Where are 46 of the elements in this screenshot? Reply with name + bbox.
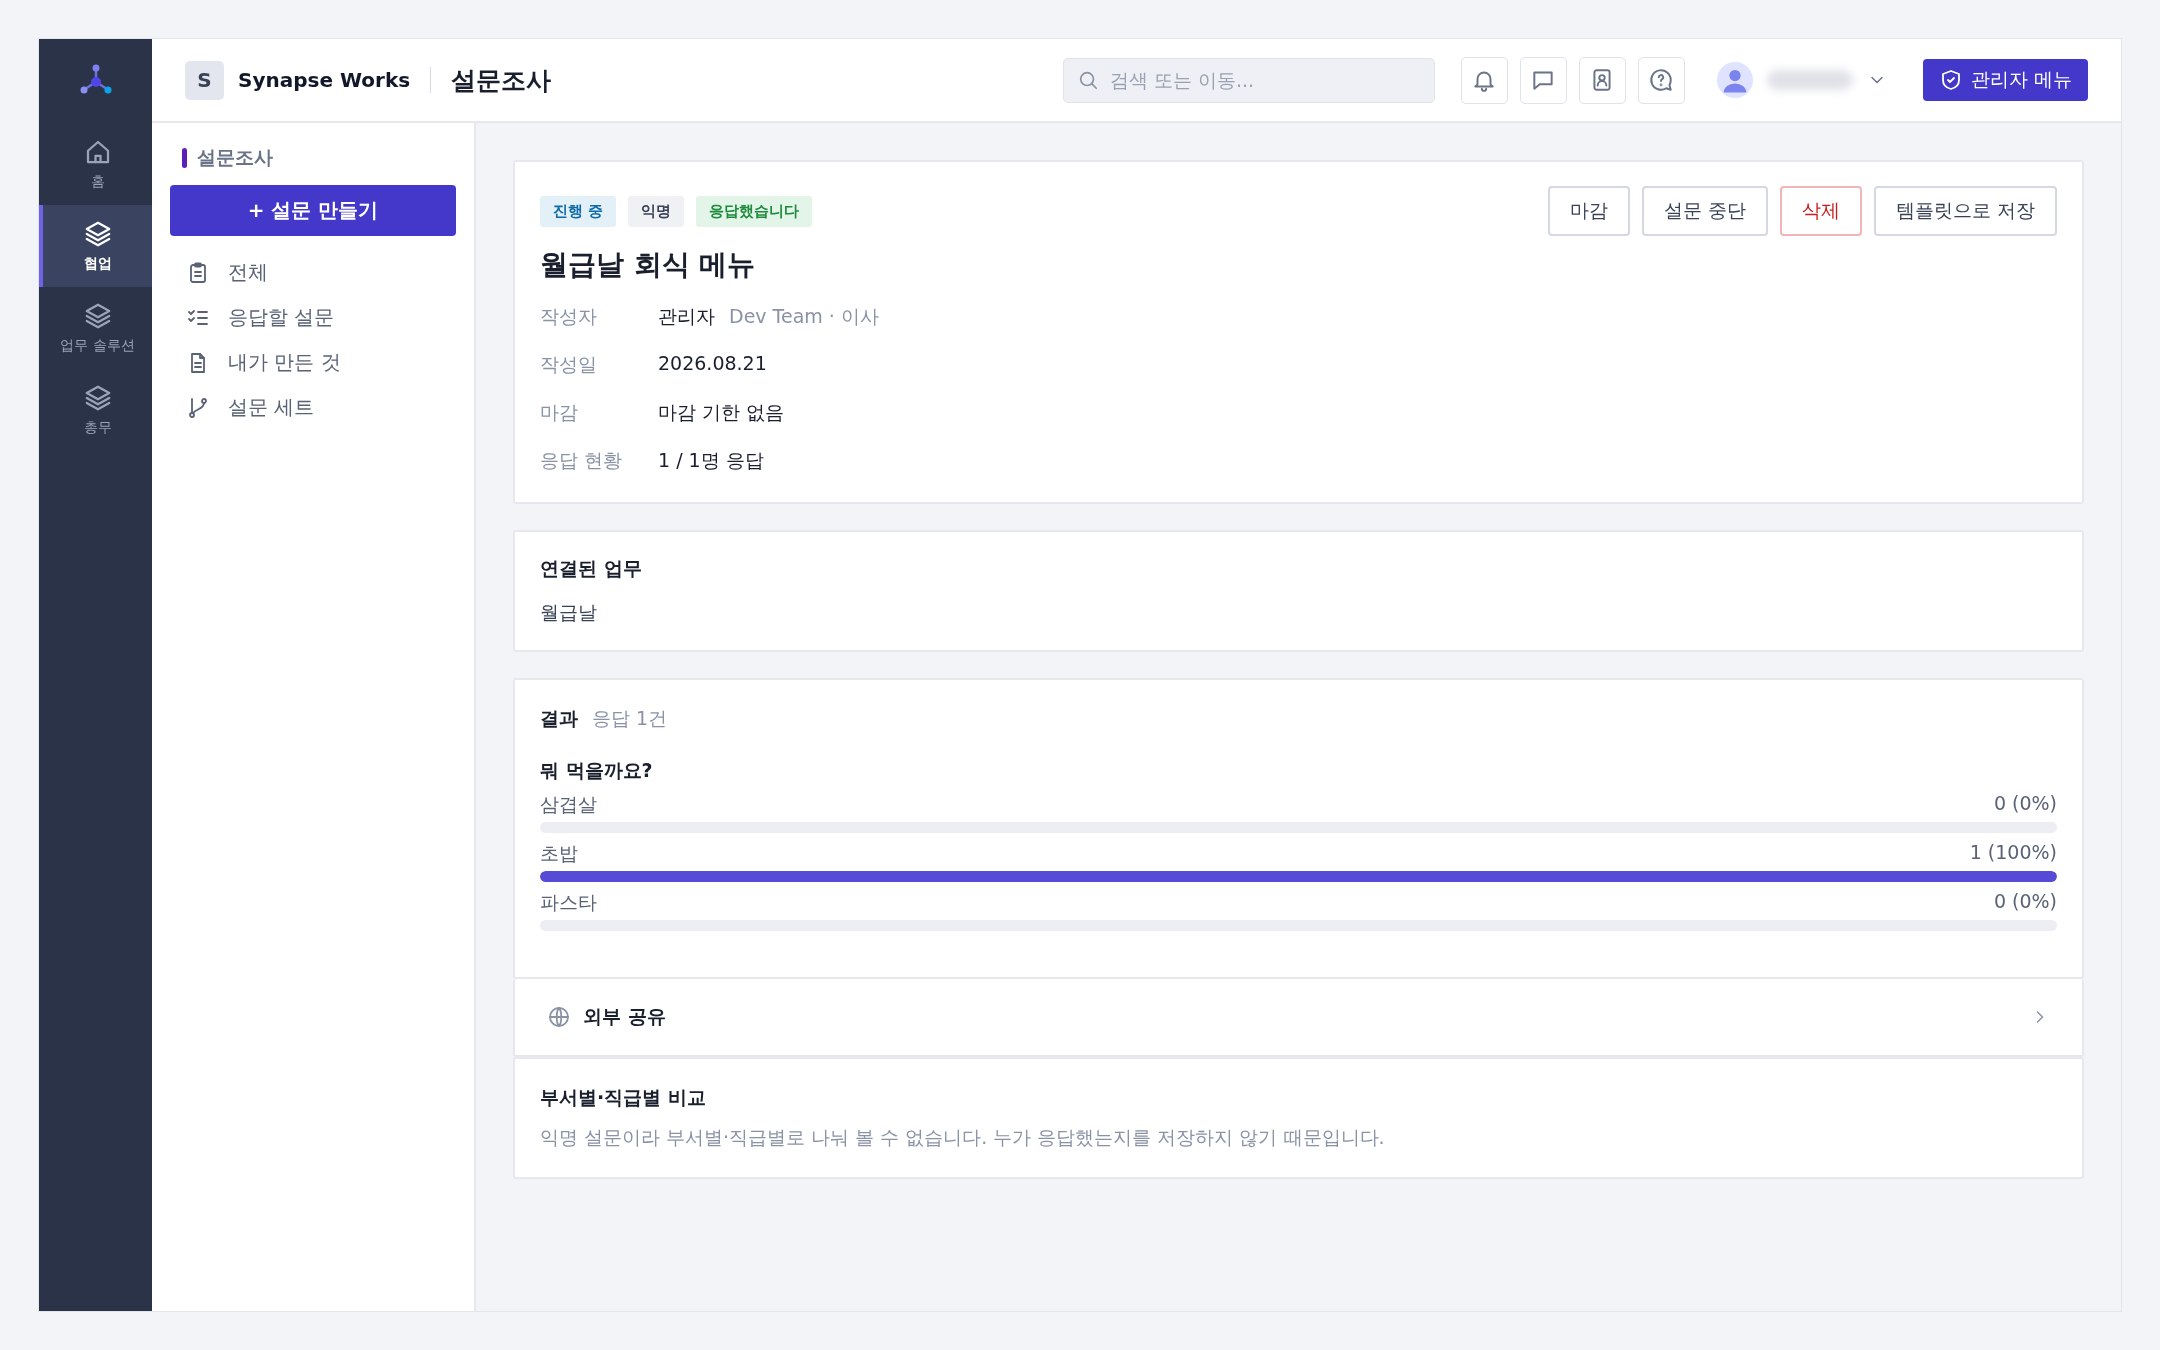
meta-label: 작성일 [540,352,598,377]
action-button[interactable]: 마감 [1547,186,1630,236]
rail-nav-item[interactable]: 업무 솔루션 [39,287,152,369]
question-text: 뭐 먹을까요? [540,758,654,783]
meta-value: 관리자 [658,304,715,329]
workspace-name: Synapse Works [238,68,411,92]
card-title: 부서별·직급별 비교 [540,1085,707,1110]
meta-note: Dev Team · 이사 [729,304,879,329]
card-title: 연결된 업무 [540,556,643,581]
rail-nav-item[interactable]: 총무 [39,369,152,451]
search-field[interactable]: 검색 또는 이동... [1062,57,1435,103]
external-share-row[interactable]: 외부 공유 [513,979,2084,1057]
option-label: 삼겹살 [540,792,597,817]
meta-label: 응답 현황 [540,448,624,473]
page-title: 설문조사 [451,64,552,97]
meta-value: 2026.08.21 [658,352,767,376]
comparison-note: 익명 설문이라 부서별·직급별로 나눠 볼 수 없습니다. 누가 응답했는지를 저장하지 않기 때문입니다. [540,1125,1386,1150]
meta-value: 1 / 1명 응답 [658,448,764,473]
action-button[interactable]: 삭제 [1779,186,1862,236]
sidebar-item[interactable]: 전체 [170,250,456,295]
response-count: 응답 1건 [592,706,668,731]
action-button[interactable]: 설문 중단 [1641,186,1768,236]
meta-label: 작성자 [540,304,598,329]
rail-nav-item[interactable]: 홈 [39,123,152,205]
option-label: 초밥 [540,841,578,866]
sidebar-item[interactable]: 설문 세트 [170,385,456,430]
action-button[interactable]: 템플릿으로 저장 [1873,186,2057,236]
linked-task[interactable]: 월급날 [540,600,2057,626]
meta-label: 마감 [540,400,579,425]
survey-title: 월급날 회식 메뉴 [540,247,757,283]
workspace-avatar: S [185,60,224,100]
option-count: 0 (0%) [1993,890,2057,914]
status-badge: 진행 중 [540,196,617,227]
sidebar-item[interactable]: 내가 만든 것 [170,340,456,385]
create-survey-button[interactable]: + 설문 만들기 [170,185,456,236]
section-title: 설문조사 [197,145,273,170]
meta-value: 마감 기한 없음 [658,400,785,425]
sidebar-item[interactable]: 응답할 설문 [170,295,456,340]
option-label: 파스타 [540,890,597,915]
status-badge: 익명 [628,196,685,227]
rail-nav-item[interactable]: 협업 [39,205,152,287]
status-badge: 응답했습니다 [696,196,813,227]
option-count: 1 (100%) [1969,841,2057,865]
card-title: 결과 [540,706,578,731]
admin-menu-button[interactable]: 관리자 메뉴 [1922,59,2088,101]
option-count: 0 (0%) [1993,792,2057,816]
